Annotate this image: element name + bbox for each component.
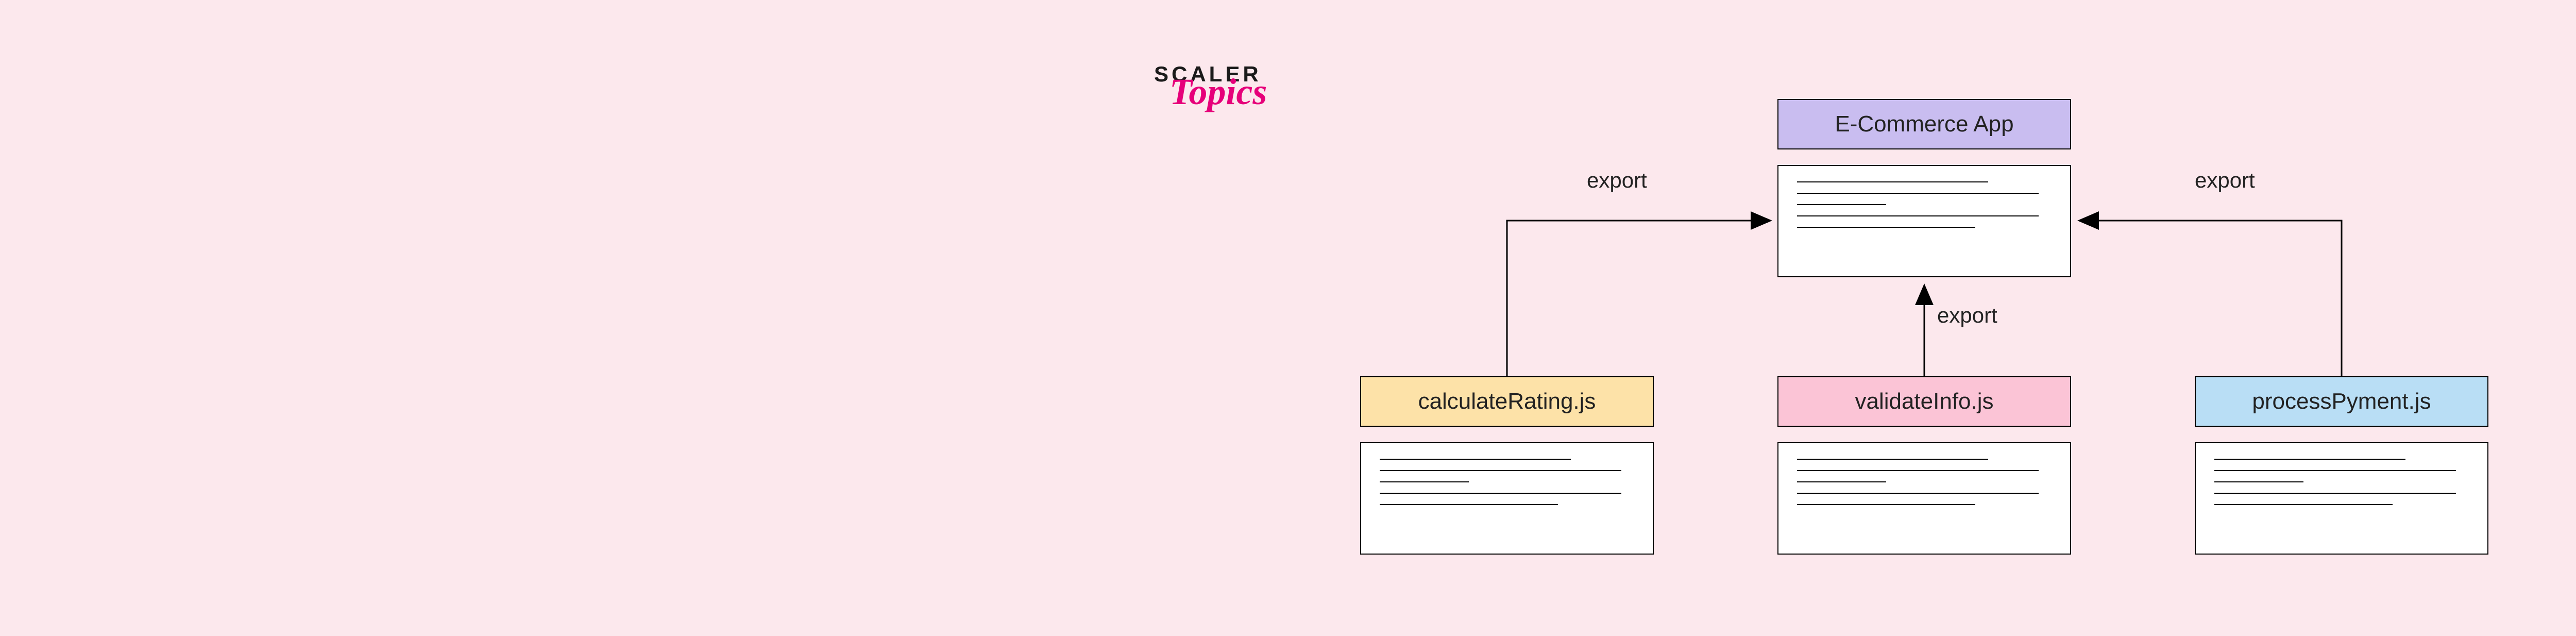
export-label-center: export: [1937, 303, 1997, 328]
scaler-topics-logo: SCALER Topics: [1154, 62, 1319, 107]
module-header-validateinfo: validateInfo.js: [1777, 376, 2071, 427]
module-codebox-processpyment: [2195, 442, 2488, 555]
module-header-calculaterating: calculateRating.js: [1360, 376, 1654, 427]
ecommerce-app-header: E-Commerce App: [1777, 99, 2071, 149]
module-header-processpyment: processPyment.js: [2195, 376, 2488, 427]
module-label: processPyment.js: [2252, 389, 2431, 414]
module-codebox-calculaterating: [1360, 442, 1654, 555]
ecommerce-app-title: E-Commerce App: [1835, 111, 2013, 137]
export-label-right: export: [2195, 168, 2255, 193]
ecommerce-app-codebox: [1777, 165, 2071, 277]
module-codebox-validateinfo: [1777, 442, 2071, 555]
export-label-left: export: [1587, 168, 1647, 193]
module-label: validateInfo.js: [1855, 389, 1993, 414]
logo-sub-text: Topics: [1170, 77, 1319, 107]
module-label: calculateRating.js: [1418, 389, 1596, 414]
